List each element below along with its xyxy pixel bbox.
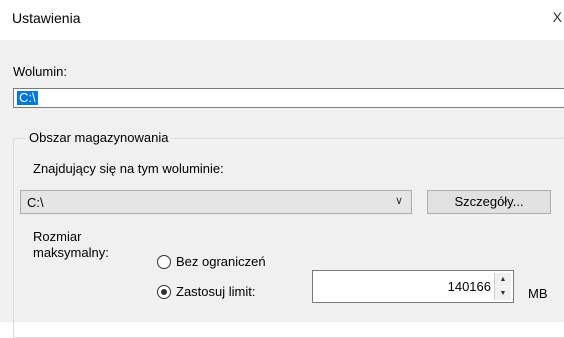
max-size-label-line1: Rozmiar [33, 229, 82, 244]
window-title: Ustawienia [12, 10, 81, 26]
volume-label: Wolumin: [13, 64, 67, 79]
chevron-down-icon[interactable]: ∨ [395, 194, 403, 207]
radio-limit-label[interactable]: Zastosuj limit: [176, 284, 255, 299]
radio-unlimited[interactable] [157, 255, 171, 269]
location-value: C:\ [27, 195, 44, 210]
limit-input[interactable]: 140166 ▲ ▼ [312, 270, 514, 303]
volume-value: C:\ [17, 90, 38, 105]
close-icon[interactable]: X [553, 9, 562, 25]
storage-group-title: Obszar magazynowania [26, 130, 172, 145]
location-dropdown[interactable]: C:\ ∨ [20, 190, 412, 214]
location-label: Znajdujący się na tym woluminie: [33, 161, 224, 176]
title-bar: Ustawienia X [0, 0, 564, 40]
spin-up-icon[interactable]: ▲ [495, 273, 511, 286]
unit-label: MB [528, 286, 548, 301]
radio-limit[interactable] [157, 285, 171, 299]
radio-unlimited-label[interactable]: Bez ograniczeń [176, 254, 266, 269]
details-button[interactable]: Szczegóły... [427, 190, 551, 214]
max-size-label-line2: maksymalny: [33, 245, 109, 260]
limit-value: 140166 [447, 279, 491, 294]
limit-spinner[interactable]: ▲ ▼ [494, 273, 511, 300]
volume-field[interactable]: C:\ [13, 88, 564, 108]
spin-down-icon[interactable]: ▼ [495, 287, 511, 300]
